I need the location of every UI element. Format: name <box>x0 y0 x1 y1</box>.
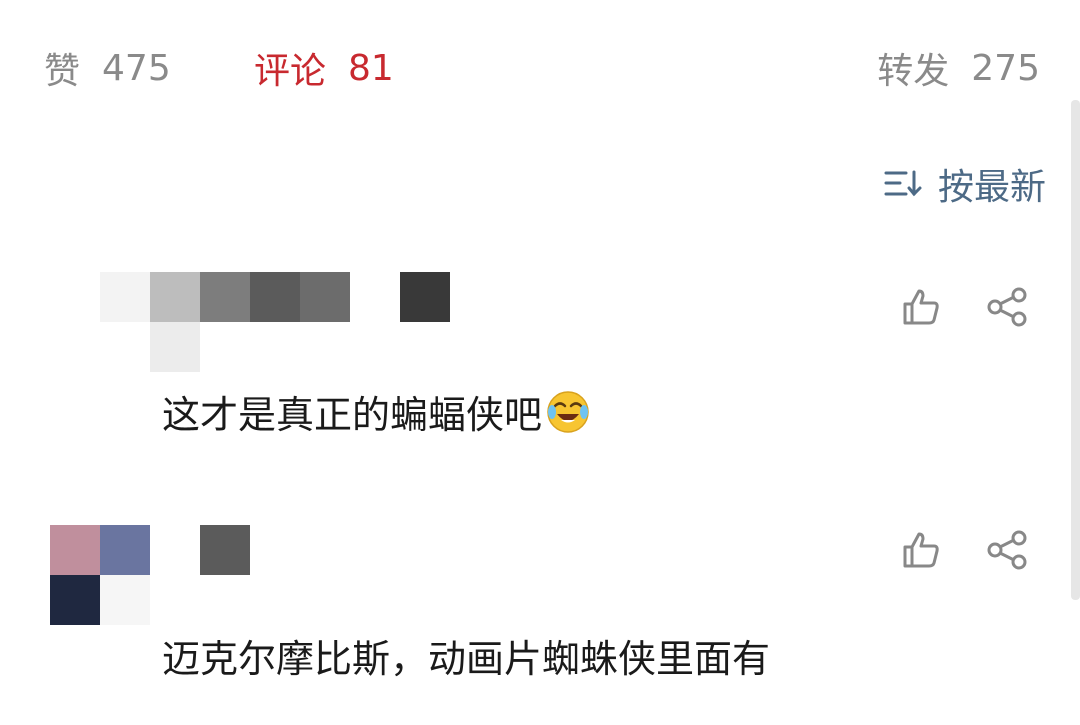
share-icon <box>987 530 1027 570</box>
like-button[interactable] <box>896 282 946 332</box>
comment-body: 迈克尔摩比斯，动画片蜘蛛侠里面有 <box>162 637 771 681</box>
sort-by-newest-button[interactable]: 按最新 <box>884 158 1046 210</box>
likes-count: 475 <box>102 47 171 89</box>
thumbs-up-icon <box>903 289 939 325</box>
likes-tab[interactable]: 赞 475 <box>44 40 171 96</box>
comments-tab[interactable]: 评论 81 <box>254 40 394 96</box>
comments-count: 81 <box>348 47 394 89</box>
share-button[interactable] <box>983 282 1033 332</box>
blurred-user-info <box>0 272 460 382</box>
comment-text: 迈克尔摩比斯，动画片蜘蛛侠里面有 <box>162 628 770 683</box>
reposts-tab[interactable]: 转发 275 <box>877 40 1040 96</box>
blurred-user-info <box>0 520 460 630</box>
laughing-crying-emoji <box>547 390 589 433</box>
likes-label: 赞 <box>44 51 81 92</box>
comment-item: 迈克尔摩比斯，动画片蜘蛛侠里面有 <box>0 520 1080 725</box>
comment-item: 这才是真正的蝙蝠侠吧 <box>0 272 1080 472</box>
comment-body: 这才是真正的蝙蝠侠吧 <box>162 393 543 437</box>
share-button[interactable] <box>983 525 1033 575</box>
reposts-count: 275 <box>971 47 1040 89</box>
reposts-label: 转发 <box>877 51 950 92</box>
comment-text: 这才是真正的蝙蝠侠吧 <box>162 384 590 439</box>
sort-label: 按最新 <box>937 167 1046 208</box>
comments-panel: 赞 475 评论 81 转发 275 按最新 这才是真正的蝙蝠侠吧 迈克尔摩比斯… <box>0 0 1080 725</box>
sort-icon <box>884 170 922 197</box>
share-icon <box>987 287 1027 327</box>
comments-label: 评论 <box>254 51 327 92</box>
like-button[interactable] <box>896 525 946 575</box>
thumbs-up-icon <box>903 532 939 568</box>
